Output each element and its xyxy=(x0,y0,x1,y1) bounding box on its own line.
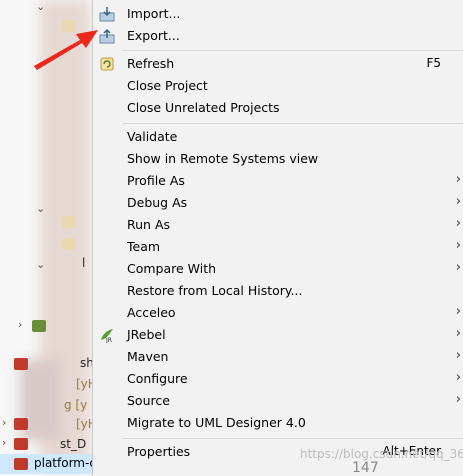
arrow-annotation xyxy=(34,30,98,70)
